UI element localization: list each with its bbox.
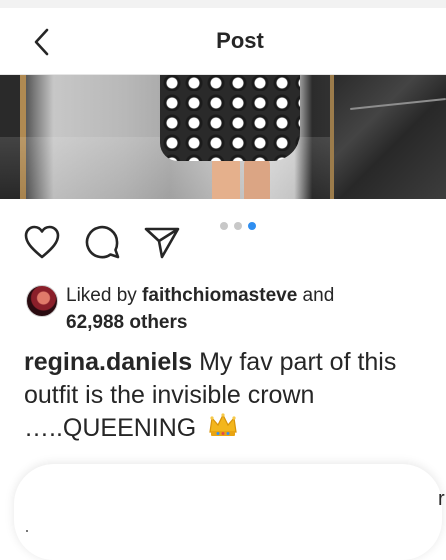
page-title: Post — [216, 28, 264, 53]
carousel-dot — [234, 222, 242, 230]
post-caption: regina.daniels My fav part of this outfi… — [24, 346, 434, 447]
share-button[interactable] — [142, 222, 182, 262]
crown-emoji-icon — [207, 412, 239, 447]
obscured-area — [14, 464, 442, 560]
likes-summary[interactable]: Liked by faithchiomasteve and 62,988 oth… — [24, 282, 424, 338]
likes-text: Liked by faithchiomasteve and 62,988 oth… — [66, 282, 334, 336]
edge-text: r — [438, 488, 445, 510]
carousel-indicator — [220, 222, 256, 230]
comment-button[interactable] — [82, 222, 122, 262]
post-image[interactable] — [0, 75, 446, 199]
likes-middle: and — [297, 285, 335, 306]
carousel-dot-active — [248, 222, 256, 230]
avatar[interactable] — [26, 285, 58, 317]
caption-username[interactable]: regina.daniels — [24, 348, 192, 376]
carousel-dot — [220, 222, 228, 230]
liker-username[interactable]: faithchiomasteve — [142, 285, 297, 306]
paper-plane-icon — [144, 227, 180, 259]
comment-bubble-icon — [85, 225, 120, 259]
likes-prefix: Liked by — [66, 285, 143, 306]
status-strip — [0, 0, 446, 8]
post-header: Post — [0, 8, 446, 75]
like-button[interactable] — [22, 222, 62, 262]
likes-count[interactable]: 62,988 others — [66, 312, 187, 333]
heart-icon — [24, 225, 60, 259]
